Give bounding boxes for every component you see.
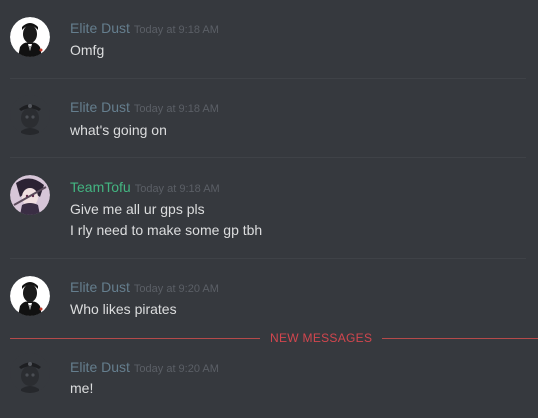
message-divider bbox=[10, 258, 526, 259]
godfather-avatar[interactable] bbox=[10, 276, 50, 316]
godfather-avatar[interactable] bbox=[10, 17, 50, 57]
chat-messages: Elite Dust Today at 9:18 AM Omfg Elite Du… bbox=[0, 0, 538, 418]
timestamp: Today at 9:18 AM bbox=[134, 183, 220, 195]
message-text: Who likes pirates bbox=[70, 301, 177, 317]
username[interactable]: TeamTofu bbox=[70, 179, 131, 195]
message-header: Elite Dust Today at 9:20 AM bbox=[70, 358, 219, 378]
username[interactable]: Elite Dust bbox=[70, 20, 130, 36]
message-text: Omfg bbox=[70, 42, 105, 58]
new-messages-rule-right bbox=[382, 338, 538, 339]
timestamp: Today at 9:20 AM bbox=[133, 283, 219, 295]
message-header: Elite Dust Today at 9:18 AM bbox=[70, 19, 219, 39]
new-messages-rule-left bbox=[10, 338, 260, 339]
timestamp: Today at 9:20 AM bbox=[133, 363, 219, 375]
pirate-avatar[interactable] bbox=[10, 353, 50, 393]
message-header: TeamTofu Today at 9:18 AM bbox=[70, 178, 220, 198]
username[interactable]: Elite Dust bbox=[70, 99, 130, 115]
timestamp: Today at 9:18 AM bbox=[133, 103, 219, 115]
pirate-avatar[interactable] bbox=[10, 95, 50, 135]
anime-avatar[interactable] bbox=[10, 175, 50, 215]
message-header: Elite Dust Today at 9:20 AM bbox=[70, 278, 219, 298]
message-header: Elite Dust Today at 9:18 AM bbox=[70, 98, 219, 118]
message-text: Give me all ur gps pls bbox=[70, 201, 205, 217]
message-text: me! bbox=[70, 380, 94, 396]
new-messages-divider: NEW MESSAGES bbox=[0, 328, 538, 348]
message-text: what's going on bbox=[70, 122, 167, 138]
username[interactable]: Elite Dust bbox=[70, 359, 130, 375]
timestamp: Today at 9:18 AM bbox=[133, 24, 219, 36]
message-divider bbox=[10, 157, 526, 158]
new-messages-label: NEW MESSAGES bbox=[270, 331, 373, 345]
message-text: I rly need to make some gp tbh bbox=[70, 222, 263, 238]
message-divider bbox=[10, 78, 526, 79]
username[interactable]: Elite Dust bbox=[70, 279, 130, 295]
